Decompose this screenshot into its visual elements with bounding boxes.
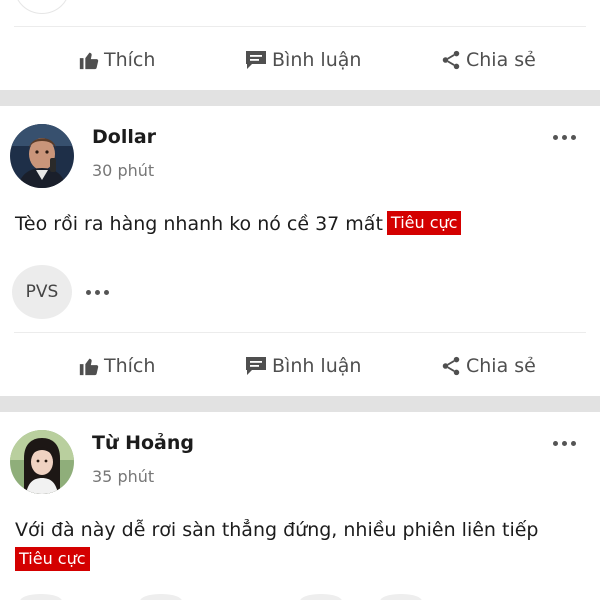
share-icon: [442, 356, 460, 376]
avatar-image: [10, 430, 74, 494]
like-button[interactable]: Thích: [78, 38, 155, 82]
share-button[interactable]: Chia sẻ: [440, 344, 536, 388]
like-label: Thích: [104, 49, 156, 71]
post-text: Với đà này dễ rơi sàn thẳng đứng, nhiều …: [15, 519, 539, 541]
post-card: Từ Hoảng 35 phút Với đà này dễ rơi sàn t…: [0, 412, 600, 600]
sentiment-tag: Tiêu cực: [15, 547, 90, 571]
post-separator: [0, 90, 600, 106]
thumbs-up-icon: [79, 358, 99, 376]
avatar-image: [10, 124, 74, 188]
divider: [14, 26, 586, 27]
share-label: Chia sẻ: [466, 355, 536, 377]
more-options-icon[interactable]: [553, 135, 576, 140]
share-button[interactable]: Chia sẻ: [440, 38, 536, 82]
share-icon: [442, 50, 460, 70]
like-button[interactable]: Thích: [78, 344, 155, 388]
like-label: Thích: [104, 355, 156, 377]
previous-reaction-chip[interactable]: [14, 0, 70, 14]
sentiment-tag: Tiêu cực: [386, 211, 462, 235]
comment-icon: [246, 51, 266, 69]
post-content: Tèo rồi ra hàng nhanh ko nó cề 37 mất Tiê…: [15, 209, 462, 239]
post-text: Tèo rồi ra hàng nhanh ko nó cề 37 mất: [15, 213, 383, 235]
action-bar-previous-post: Thích Bình luận Chia sẻ: [0, 38, 600, 82]
reaction-chip[interactable]: PVS: [12, 265, 72, 319]
author-name[interactable]: Dollar: [92, 126, 156, 148]
reaction-chip-label: PVS: [25, 282, 59, 302]
comment-button[interactable]: Bình luận: [244, 38, 361, 82]
thumbs-up-icon: [79, 52, 99, 70]
post-content: Với đà này dễ rơi sàn thẳng đứng, nhiều …: [15, 515, 590, 575]
action-bar: Thích Bình luận Chia sẻ: [0, 344, 600, 388]
post-timestamp: 35 phút: [92, 467, 155, 486]
comment-label: Bình luận: [272, 355, 362, 377]
comment-button[interactable]: Bình luận: [244, 344, 361, 388]
author-name[interactable]: Từ Hoảng: [92, 432, 194, 454]
post-timestamp: 30 phút: [92, 161, 155, 180]
more-reactions-icon[interactable]: [86, 290, 109, 295]
more-options-icon[interactable]: [553, 441, 576, 446]
post-separator: [0, 396, 600, 412]
post-card: Dollar 30 phút Tèo rồi ra hàng nhanh ko …: [0, 106, 600, 396]
comment-label: Bình luận: [272, 49, 362, 71]
avatar[interactable]: [10, 124, 74, 188]
divider: [14, 332, 586, 333]
share-label: Chia sẻ: [466, 49, 536, 71]
comment-icon: [246, 357, 266, 375]
next-post-reactions: [0, 592, 600, 600]
avatar[interactable]: [10, 430, 74, 494]
